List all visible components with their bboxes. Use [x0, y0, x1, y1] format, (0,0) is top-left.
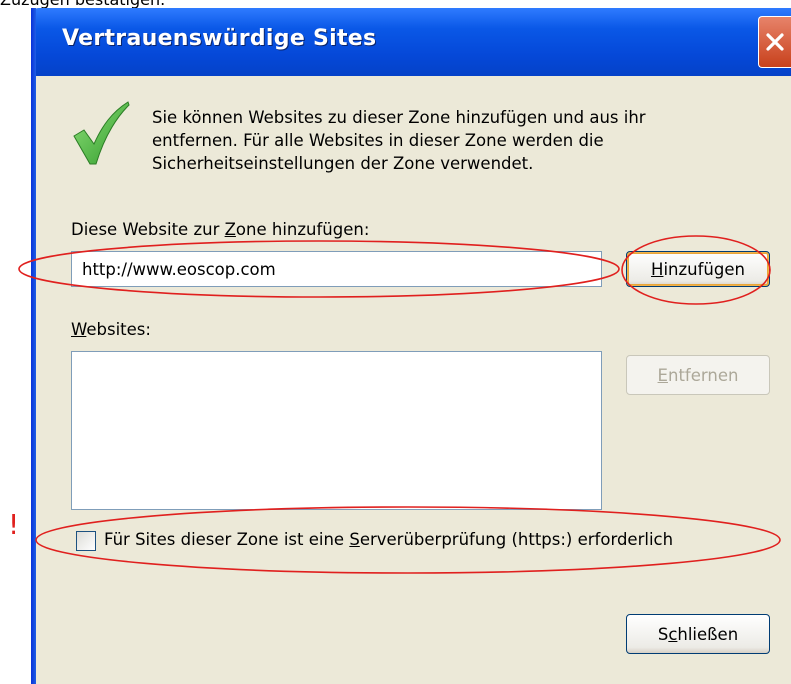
window-frame-left — [31, 8, 36, 684]
close-dialog-button[interactable]: Sc hließen — [626, 614, 770, 654]
intro-line: entfernen. Für alle Websites in dieser Z… — [152, 131, 604, 150]
intro-line: Sie können Websites zu dieser Zone hinzu… — [152, 108, 646, 127]
websites-label: Websites: — [71, 320, 151, 339]
add-button[interactable]: Hinzufügen — [626, 251, 770, 287]
intro-line: Sicherheitseinstellungen der Zone verwen… — [152, 154, 534, 173]
close-button[interactable] — [758, 16, 791, 68]
dialog-title: Vertrauenswürdige Sites — [62, 26, 377, 51]
checkmark-icon — [73, 101, 130, 165]
websites-list[interactable] — [71, 351, 602, 510]
exclamation-mark: ! — [8, 508, 20, 541]
intro-text: Sie können Websites zu dieser Zone hinzu… — [152, 106, 752, 175]
remove-button[interactable]: Entfernen — [626, 355, 770, 395]
https-checkbox-label[interactable]: Für Sites dieser Zone ist eine Serverübe… — [104, 530, 673, 549]
close-icon — [766, 33, 784, 51]
site-url-input[interactable] — [71, 251, 602, 287]
add-site-label: Diese Website zur Zone hinzufügen: — [71, 220, 370, 239]
https-checkbox[interactable] — [76, 531, 96, 551]
